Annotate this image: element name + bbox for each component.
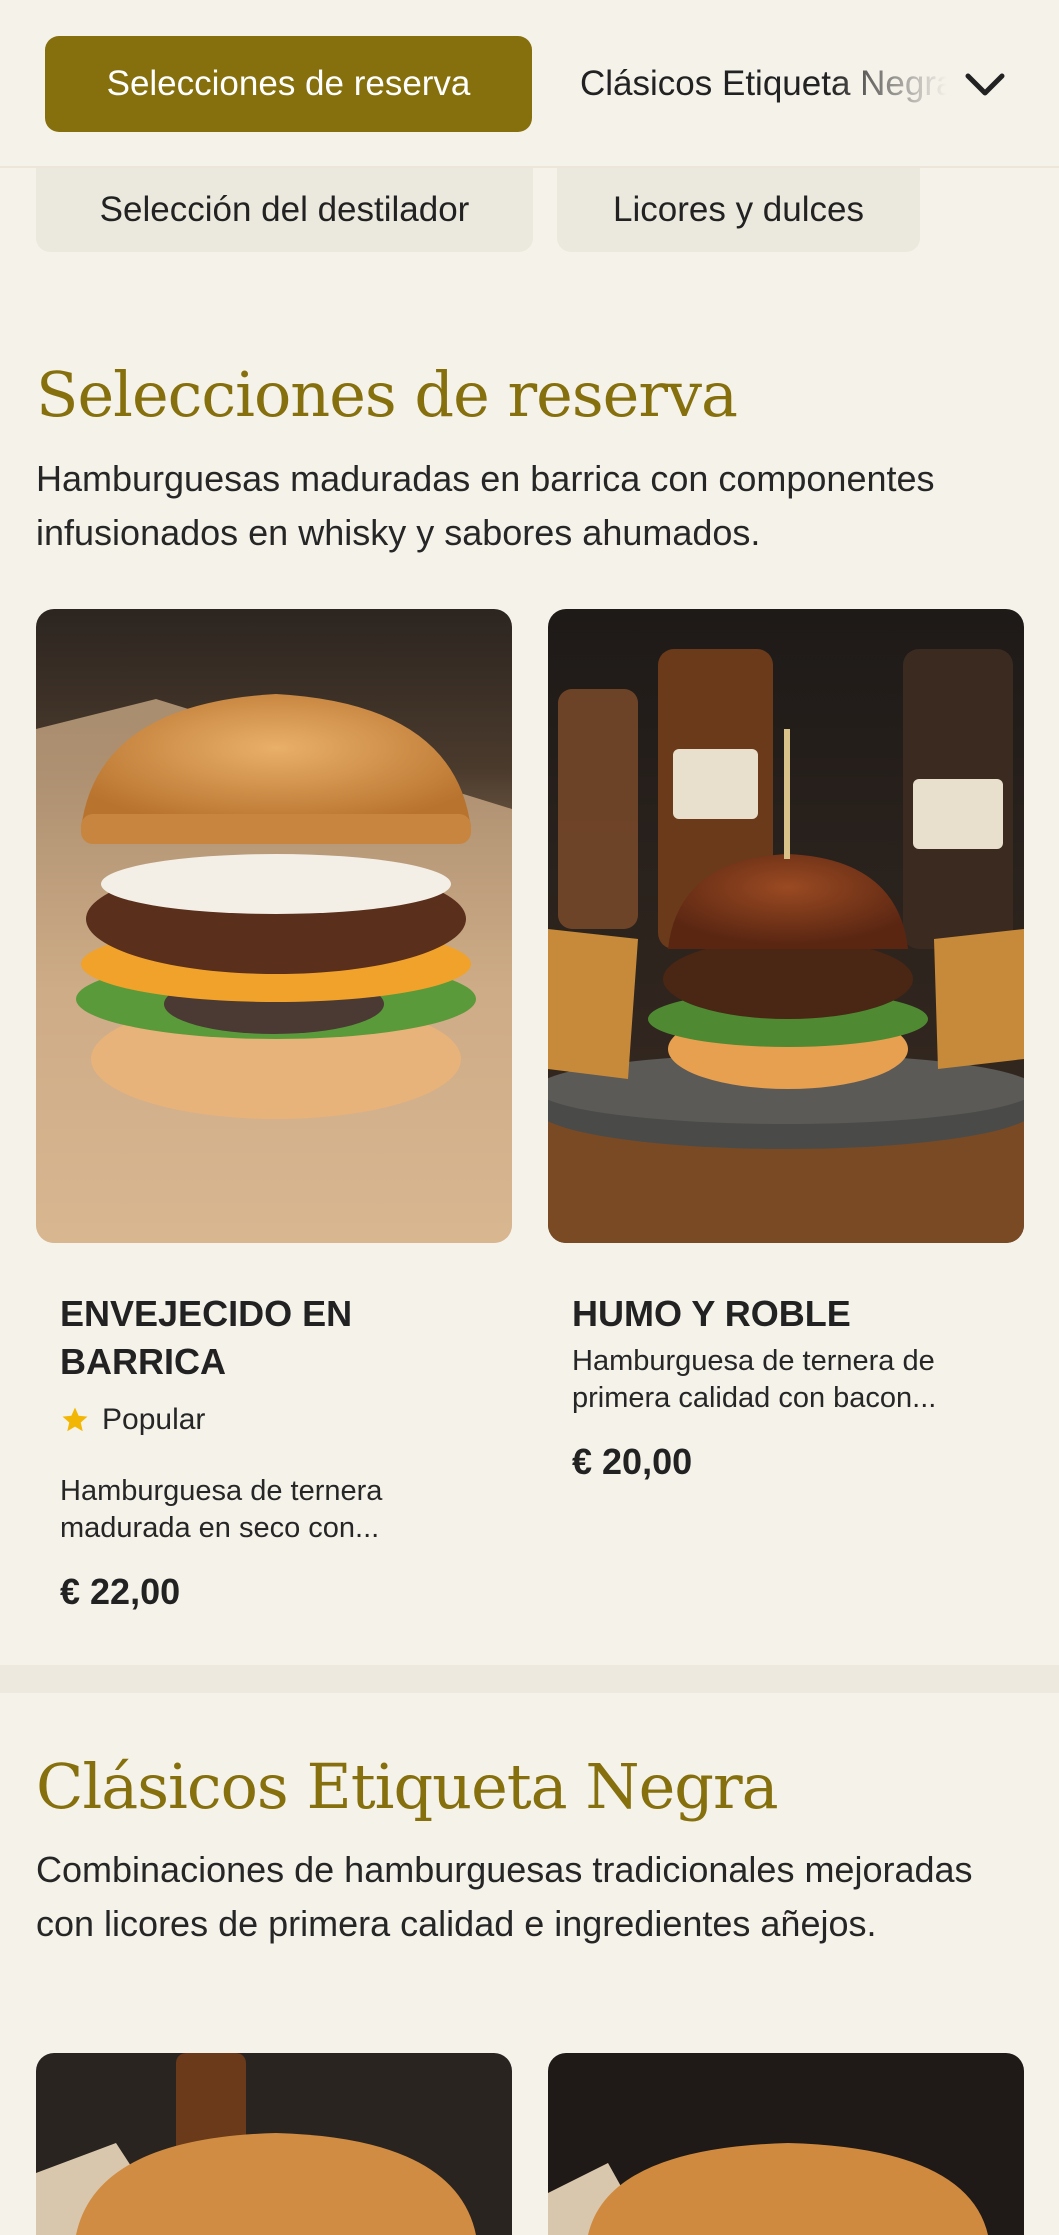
section-title: Selecciones de reserva bbox=[36, 358, 738, 431]
product-image-envejecido-en-barrica[interactable] bbox=[36, 609, 512, 1243]
section-title: Clásicos Etiqueta Negra bbox=[36, 1750, 779, 1823]
category-tab-licores-y-dulces[interactable]: Licores y dulces bbox=[557, 168, 920, 252]
chevron-down-icon[interactable] bbox=[960, 60, 1010, 110]
popular-badge: Popular bbox=[60, 1403, 205, 1437]
product-name: HUMO Y ROBLE bbox=[572, 1293, 851, 1334]
category-tab-seleccion-del-destilador[interactable]: Selección del destilador bbox=[36, 168, 533, 252]
fade-overlay bbox=[830, 36, 960, 132]
category-bar: Selecciones de reserva Clásicos Etiqueta… bbox=[0, 0, 1059, 168]
product-description: Hamburguesa de ternera de primera calida… bbox=[572, 1345, 937, 1414]
product-price: € 20,00 bbox=[572, 1441, 693, 1482]
section-description: Combinaciones de hamburguesas tradiciona… bbox=[36, 1849, 973, 1944]
product-name: ENVEJECIDO EN BARRICA bbox=[60, 1293, 353, 1382]
product-image-humo-y-roble[interactable] bbox=[548, 609, 1024, 1243]
category-tab-label: Selección del destilador bbox=[99, 190, 470, 229]
category-tab-label: Selecciones de reserva bbox=[106, 64, 471, 103]
product-image[interactable] bbox=[36, 2053, 512, 2235]
category-tab-label: Licores y dulces bbox=[613, 190, 864, 229]
badge-label: Popular bbox=[102, 1403, 206, 1436]
product-image[interactable] bbox=[548, 2053, 1024, 2235]
product-price: € 22,00 bbox=[60, 1571, 181, 1612]
product-description: Hamburguesa de ternera madurada en seco … bbox=[60, 1475, 383, 1544]
section-description: Hamburguesas maduradas en barrica con co… bbox=[36, 458, 935, 553]
section-divider bbox=[0, 1665, 1059, 1693]
category-tab-clasicos-etiqueta-negra[interactable]: Clásicos Etiqueta Negra bbox=[580, 36, 960, 132]
star-icon bbox=[62, 1407, 88, 1432]
category-tab-selecciones-de-reserva[interactable]: Selecciones de reserva bbox=[45, 36, 532, 132]
